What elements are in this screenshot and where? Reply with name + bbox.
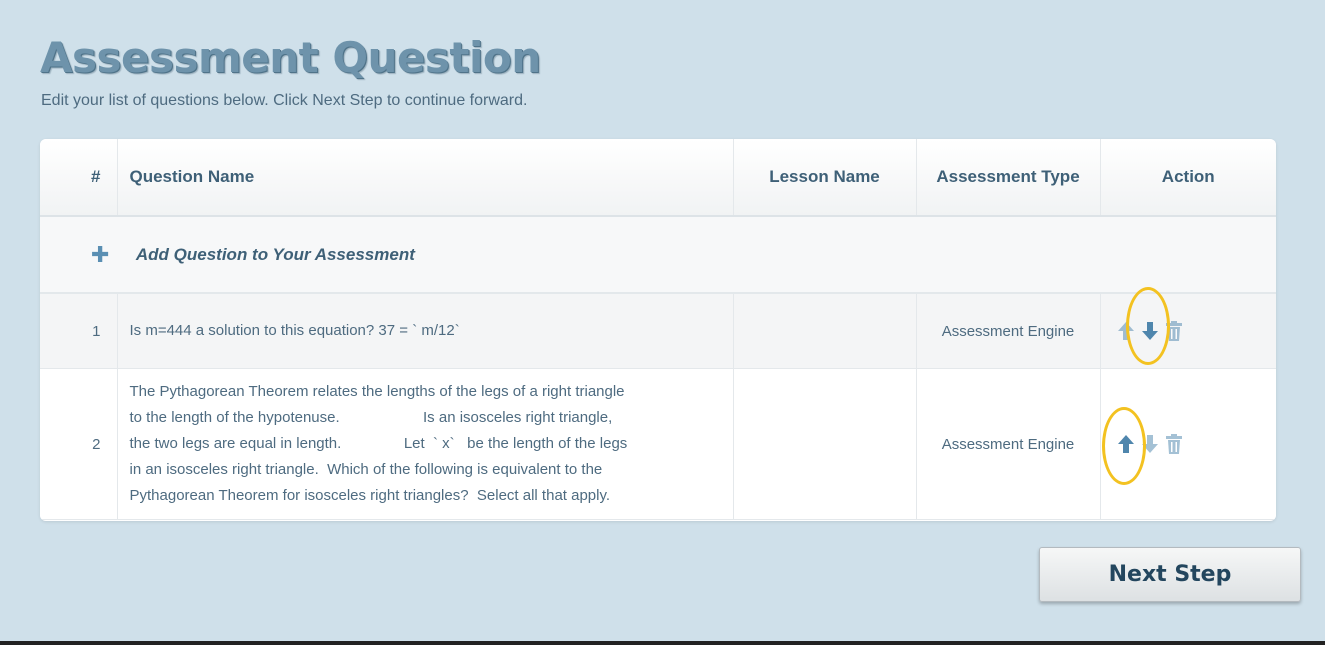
lesson-name-cell xyxy=(733,293,917,369)
assessment-type-cell: Assessment Engine xyxy=(916,368,1101,520)
header-action: Action xyxy=(1100,139,1276,217)
questions-table: # Question Name Lesson Name Assessment T… xyxy=(40,139,1276,521)
row-number: 1 xyxy=(40,293,118,369)
row-number: 2 xyxy=(40,368,118,520)
question-text[interactable]: The Pythagorean Theorem relates the leng… xyxy=(130,379,721,509)
arrow-down-icon[interactable] xyxy=(1140,431,1160,457)
add-question-link[interactable]: Add Question to Your Assessment xyxy=(136,245,415,264)
assessment-type-cell: Assessment Engine xyxy=(916,293,1101,369)
next-step-button[interactable]: Next Step xyxy=(1039,547,1301,602)
trash-icon[interactable] xyxy=(1164,431,1184,457)
arrow-up-icon[interactable] xyxy=(1116,431,1136,457)
page-subtitle: Edit your list of questions below. Click… xyxy=(41,92,528,109)
header-lesson-name[interactable]: Lesson Name xyxy=(733,139,917,217)
action-cell xyxy=(1100,368,1276,520)
action-cell xyxy=(1100,293,1276,369)
table-header-row: # Question Name Lesson Name Assessment T… xyxy=(40,139,1276,217)
page-title: Assessment Question xyxy=(40,33,541,82)
arrow-up-icon[interactable] xyxy=(1116,318,1136,344)
trash-icon[interactable] xyxy=(1164,318,1184,344)
question-text[interactable]: Is m=444 a solution to this equation? 37… xyxy=(130,318,721,344)
arrow-down-icon[interactable] xyxy=(1140,318,1160,344)
lesson-name-cell xyxy=(733,368,917,520)
question-name-cell[interactable]: Is m=444 a solution to this equation? 37… xyxy=(117,293,734,369)
header-question-name[interactable]: Question Name xyxy=(117,139,734,217)
header-assessment-type[interactable]: Assessment Type xyxy=(916,139,1101,217)
table-row: 1 Is m=444 a solution to this equation? … xyxy=(40,293,1276,369)
header-num: # xyxy=(40,139,118,217)
plus-icon[interactable]: ✚ xyxy=(91,242,109,268)
question-name-cell[interactable]: The Pythagorean Theorem relates the leng… xyxy=(117,368,734,520)
add-question-row[interactable]: ✚ Add Question to Your Assessment xyxy=(40,216,1276,294)
table-row: 2 The Pythagorean Theorem relates the le… xyxy=(40,368,1276,520)
bottom-divider xyxy=(0,641,1325,645)
